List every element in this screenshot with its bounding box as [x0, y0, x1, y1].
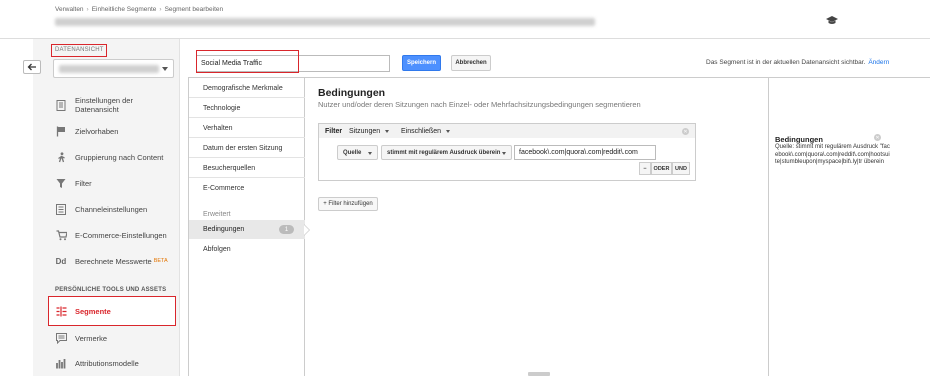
close-icon[interactable]: ✕	[874, 134, 881, 141]
or-button[interactable]: ODER	[651, 162, 672, 175]
sidebar-item-content-grouping[interactable]: Gruppierung nach Content	[55, 151, 163, 163]
category-traffic-sources[interactable]: Besucherquellen	[189, 158, 305, 178]
cancel-button[interactable]: Abbrechen	[451, 55, 491, 71]
conditions-subtitle: Nutzer und/oder deren Sitzungen nach Ein…	[318, 100, 641, 109]
sidebar-item-label: Attributionsmodelle	[75, 358, 139, 368]
sidebar-item-label: Filter	[75, 178, 92, 188]
add-filter-button[interactable]: + Filter hinzufügen	[318, 197, 378, 211]
breadcrumb-item[interactable]: Verwalten	[55, 6, 84, 13]
dimension-value: Quelle	[343, 149, 362, 156]
conditions-title: Bedingungen	[318, 87, 386, 99]
resize-handle[interactable]	[528, 372, 550, 376]
sidebar-item-label: Segmente	[75, 306, 111, 316]
summary-panel	[768, 78, 930, 376]
sidebar-item-label: Berechnete Messwerte	[75, 256, 152, 266]
sidebar-item-attribution-models[interactable]: Attributionsmodelle	[55, 357, 139, 369]
sidebar-item-label: Vermerke	[75, 333, 108, 343]
sidebar-item-label: Einstellungen der Datenansicht	[75, 96, 133, 114]
sidebar-item-label: Channeleinstellungen	[75, 204, 148, 214]
bar-chart-icon	[55, 357, 67, 369]
visibility-text: Das Segment ist in der aktuellen Datenan…	[706, 59, 889, 66]
channel-icon	[55, 203, 67, 215]
view-label: DATENANSICHT	[51, 44, 107, 57]
scope-value: Sitzungen	[349, 128, 381, 135]
close-icon[interactable]: ✕	[682, 128, 689, 135]
scope-dropdown[interactable]: Sitzungen	[349, 128, 390, 135]
sidebar-item-label: Gruppierung nach Content	[75, 152, 164, 162]
comment-icon	[55, 332, 67, 344]
chevron-down-icon	[502, 152, 506, 155]
category-demographics[interactable]: Demografische Merkmale	[189, 78, 305, 98]
sidebar-item-label: Zielvorhaben	[75, 126, 119, 136]
beta-badge: BETA	[153, 258, 168, 264]
sidebar-item-filter[interactable]: Filter	[55, 177, 92, 189]
conditions-count-badge: 1	[279, 225, 294, 234]
advanced-section-label: Erweitert	[203, 211, 231, 218]
sidebar-item-view-settings[interactable]: Einstellungen der Datenansicht	[55, 96, 147, 114]
section-title: PERSÖNLICHE TOOLS UND ASSETS	[55, 287, 167, 293]
sidebar-item-label: E-Commerce-Einstellungen	[75, 230, 167, 240]
view-select[interactable]	[53, 59, 174, 78]
sidebar-item-annotations[interactable]: Vermerke	[55, 332, 107, 344]
chevron-down-icon	[385, 130, 390, 133]
dd-icon: Dd	[55, 256, 67, 266]
operator-select[interactable]: stimmt mit regulärem Ausdruck überein	[381, 145, 512, 160]
visibility-message: Das Segment ist in der aktuellen Datenan…	[706, 59, 866, 66]
category-behavior[interactable]: Verhalten	[189, 118, 305, 138]
filter-value-input[interactable]: facebook\.com|quora\.com|reddit\.com	[514, 145, 656, 160]
summary-text: Quelle: stimmt mit regulärem Ausdruck "f…	[775, 144, 890, 165]
breadcrumb: Verwalten › Einheitliche Segmente › Segment …	[55, 6, 224, 13]
filter-icon	[55, 177, 67, 189]
mode-dropdown[interactable]: Einschließen	[401, 128, 451, 135]
save-button[interactable]: Speichern	[402, 55, 441, 71]
arrow-left-icon	[27, 63, 36, 71]
segment-name-input[interactable]: Social Media Traffic	[196, 55, 390, 72]
remove-condition-button[interactable]: −	[639, 162, 651, 175]
sidebar-item-segments[interactable]: Segmente	[55, 305, 111, 317]
walk-icon	[55, 151, 67, 163]
segments-icon	[55, 305, 67, 317]
chevron-down-icon	[368, 152, 372, 155]
chevron-down-icon	[446, 130, 451, 133]
breadcrumb-item[interactable]: Einheitliche Segmente	[92, 6, 157, 13]
category-sequences[interactable]: Abfolgen	[203, 246, 231, 253]
and-button[interactable]: UND	[672, 162, 690, 175]
flag-icon	[55, 125, 67, 137]
chevron-down-icon	[162, 67, 168, 71]
sidebar-item-ecommerce-settings[interactable]: E-Commerce-Einstellungen	[55, 229, 167, 241]
sidebar-item-channel-settings[interactable]: Channeleinstellungen	[55, 203, 147, 215]
view-name	[59, 65, 159, 73]
graduation-cap-icon[interactable]	[826, 15, 838, 25]
dimension-select[interactable]: Quelle	[337, 145, 378, 160]
filter-label: Filter	[325, 128, 343, 135]
back-button[interactable]	[23, 60, 41, 74]
breadcrumb-item: Segment bearbeiten	[164, 6, 224, 13]
cart-icon	[55, 229, 67, 241]
category-ecommerce[interactable]: E-Commerce	[189, 178, 305, 198]
operator-value: stimmt mit regulärem Ausdruck überein	[387, 149, 501, 156]
change-visibility-link[interactable]: Ändern	[868, 59, 889, 66]
document-icon	[55, 99, 67, 111]
selected-arrow-inner	[304, 225, 309, 235]
sidebar-item-calculated-metrics[interactable]: Dd Berechnete Messwerte BETA	[55, 255, 168, 267]
account-name	[55, 18, 595, 26]
mode-value: Einschließen	[401, 128, 442, 135]
category-first-session-date[interactable]: Datum der ersten Sitzung	[189, 138, 305, 158]
sidebar-item-goals[interactable]: Zielvorhaben	[55, 125, 118, 137]
category-technology[interactable]: Technologie	[189, 98, 305, 118]
summary-title: Bedingungen	[775, 135, 823, 144]
